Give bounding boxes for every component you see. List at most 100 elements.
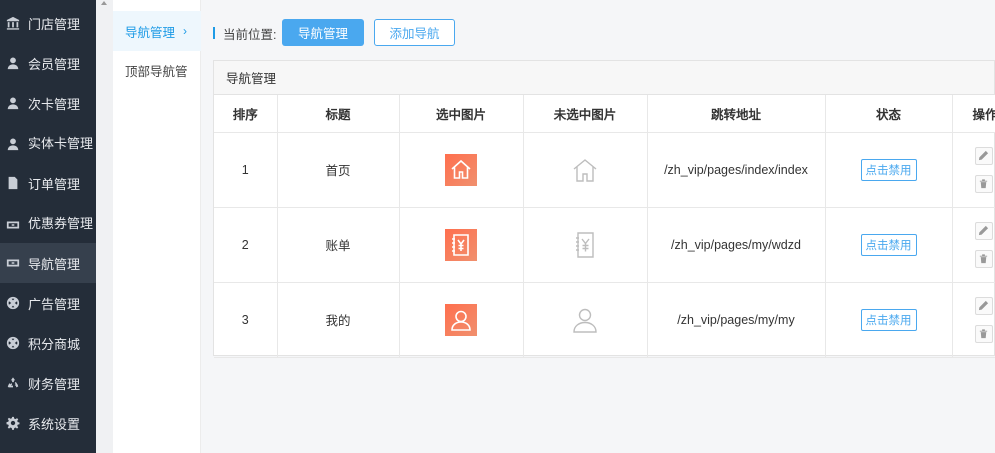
subnav-item-top-navigation[interactable]: 顶部导航管 — [113, 50, 201, 90]
home-icon — [445, 153, 477, 186]
bill-icon — [569, 229, 601, 261]
globe-icon — [6, 296, 20, 310]
delete-button[interactable] — [974, 174, 993, 193]
table-header-row: 排序 标题 选中图片 未选中图片 跳转地址 状态 操作 — [214, 95, 995, 133]
cell-status: 点击禁用 — [825, 207, 953, 283]
sidebar-item-label: 优惠券管理 — [28, 216, 94, 231]
disable-button[interactable]: 点击禁用 — [860, 308, 917, 331]
recycle-icon — [6, 376, 20, 390]
pencil-icon — [978, 300, 989, 311]
cell-url: /zh_vip/pages/my/my — [647, 282, 826, 358]
delete-button[interactable] — [974, 324, 993, 343]
trash-icon — [978, 178, 989, 189]
column-header-url: 跳转地址 — [647, 95, 826, 133]
edit-button[interactable] — [974, 221, 993, 240]
cell-actions — [952, 282, 995, 358]
current-page-button[interactable]: 导航管理 — [282, 19, 364, 46]
column-header-status: 状态 — [825, 95, 953, 133]
sidebar-item-label: 次卡管理 — [28, 96, 81, 112]
navigation-panel: 导航管理 排序 标题 选中图片 未选中图片 跳转地址 状态 操作 1 首页 /z… — [213, 60, 995, 358]
delete-button[interactable] — [974, 249, 993, 268]
cell-title: 首页 — [277, 132, 400, 208]
sidebar-item-navigation[interactable]: 导航管理 — [0, 243, 96, 283]
cell-unselected-image — [523, 132, 648, 208]
cell-status: 点击禁用 — [825, 282, 953, 358]
cell-selected-image — [399, 132, 524, 208]
breadcrumb-label: 当前位置: — [223, 27, 277, 42]
bill-icon — [445, 228, 477, 261]
table-row: 1 首页 /zh_vip/pages/index/index 点击禁用 — [214, 132, 995, 208]
cell-unselected-image — [523, 207, 648, 283]
ticket-icon — [6, 256, 20, 270]
table-row: 3 我的 /zh_vip/pages/my/my 点击禁用 — [214, 282, 995, 358]
scroll-up-icon[interactable] — [101, 1, 107, 5]
trash-icon — [978, 253, 989, 264]
document-icon — [6, 176, 20, 190]
sidebar-item-stores[interactable]: 门店管理 — [0, 3, 96, 43]
sidebar-scrollbar[interactable] — [96, 0, 113, 453]
user-icon — [6, 56, 20, 70]
person-icon — [569, 304, 601, 336]
disable-button[interactable]: 点击禁用 — [860, 158, 917, 181]
cell-title: 账单 — [277, 207, 400, 283]
sub-navigation: 导航管理 › 顶部导航管 — [113, 0, 201, 453]
sidebar-item-label: 广告管理 — [28, 296, 81, 312]
subnav-item-navigation[interactable]: 导航管理 › — [113, 11, 201, 51]
pencil-icon — [978, 150, 989, 161]
user-icon — [6, 96, 20, 110]
sidebar-item-label: 积分商城 — [28, 336, 81, 352]
cell-status: 点击禁用 — [825, 132, 953, 208]
panel-title: 导航管理 — [214, 61, 994, 95]
sidebar-item-label: 订单管理 — [28, 176, 81, 192]
home-icon — [569, 154, 601, 186]
edit-button[interactable] — [974, 296, 993, 315]
sidebar-item-label: 导航管理 — [28, 256, 81, 272]
column-header-selected-image: 选中图片 — [399, 95, 524, 133]
cell-actions — [952, 132, 995, 208]
column-header-actions: 操作 — [952, 95, 995, 133]
cell-title: 我的 — [277, 282, 400, 358]
edit-button[interactable] — [974, 146, 993, 165]
sidebar-item-finance[interactable]: 财务管理 — [0, 363, 96, 403]
user-icon — [6, 137, 20, 151]
cell-url: /zh_vip/pages/index/index — [647, 132, 826, 208]
sidebar-item-label: 门店管理 — [28, 16, 81, 32]
cell-sort: 2 — [214, 207, 278, 283]
subnav-item-label: 导航管理 — [125, 25, 176, 40]
sidebar-item-members[interactable]: 会员管理 — [0, 43, 96, 83]
cell-selected-image — [399, 207, 524, 283]
bank-icon — [6, 16, 20, 30]
person-icon — [445, 303, 477, 336]
column-header-unselected-image: 未选中图片 — [523, 95, 648, 133]
cell-actions — [952, 207, 995, 283]
disable-button[interactable]: 点击禁用 — [860, 233, 917, 256]
table-row: 2 账单 /zh_vip/pages/my/wdzd 点击禁用 — [214, 207, 995, 283]
globe-icon — [6, 336, 20, 350]
sidebar-item-ads[interactable]: 广告管理 — [0, 283, 96, 323]
trash-icon — [978, 328, 989, 339]
sidebar-item-settings[interactable]: 系统设置 — [0, 403, 96, 443]
cell-unselected-image — [523, 282, 648, 358]
navigation-table: 排序 标题 选中图片 未选中图片 跳转地址 状态 操作 1 首页 /zh_vip… — [214, 95, 995, 358]
chevron-right-icon: › — [183, 24, 188, 38]
subnav-item-label: 顶部导航管 — [125, 64, 188, 79]
sidebar-item-label: 系统设置 — [28, 416, 81, 432]
gear-icon — [6, 416, 20, 430]
sidebar-item-points-mall[interactable]: 积分商城 — [0, 323, 96, 363]
cell-url: /zh_vip/pages/my/wdzd — [647, 207, 826, 283]
breadcrumb: 当前位置: — [213, 20, 284, 46]
add-navigation-button[interactable]: 添加导航 — [374, 19, 455, 46]
ticket-icon — [6, 218, 20, 232]
cell-selected-image — [399, 282, 524, 358]
sidebar-item-label: 实体卡管理 — [28, 136, 94, 151]
sidebar-item-orders[interactable]: 订单管理 — [0, 163, 96, 203]
cell-sort: 3 — [214, 282, 278, 358]
column-header-title: 标题 — [277, 95, 400, 133]
sidebar-item-coupons[interactable]: 优惠券管理 — [0, 210, 96, 243]
sidebar-item-label: 财务管理 — [28, 376, 81, 392]
sidebar-item-times-card[interactable]: 次卡管理 — [0, 83, 96, 123]
cell-sort: 1 — [214, 132, 278, 208]
column-header-sort: 排序 — [214, 95, 278, 133]
breadcrumb-marker — [213, 27, 215, 39]
sidebar-item-label: 会员管理 — [28, 56, 81, 72]
